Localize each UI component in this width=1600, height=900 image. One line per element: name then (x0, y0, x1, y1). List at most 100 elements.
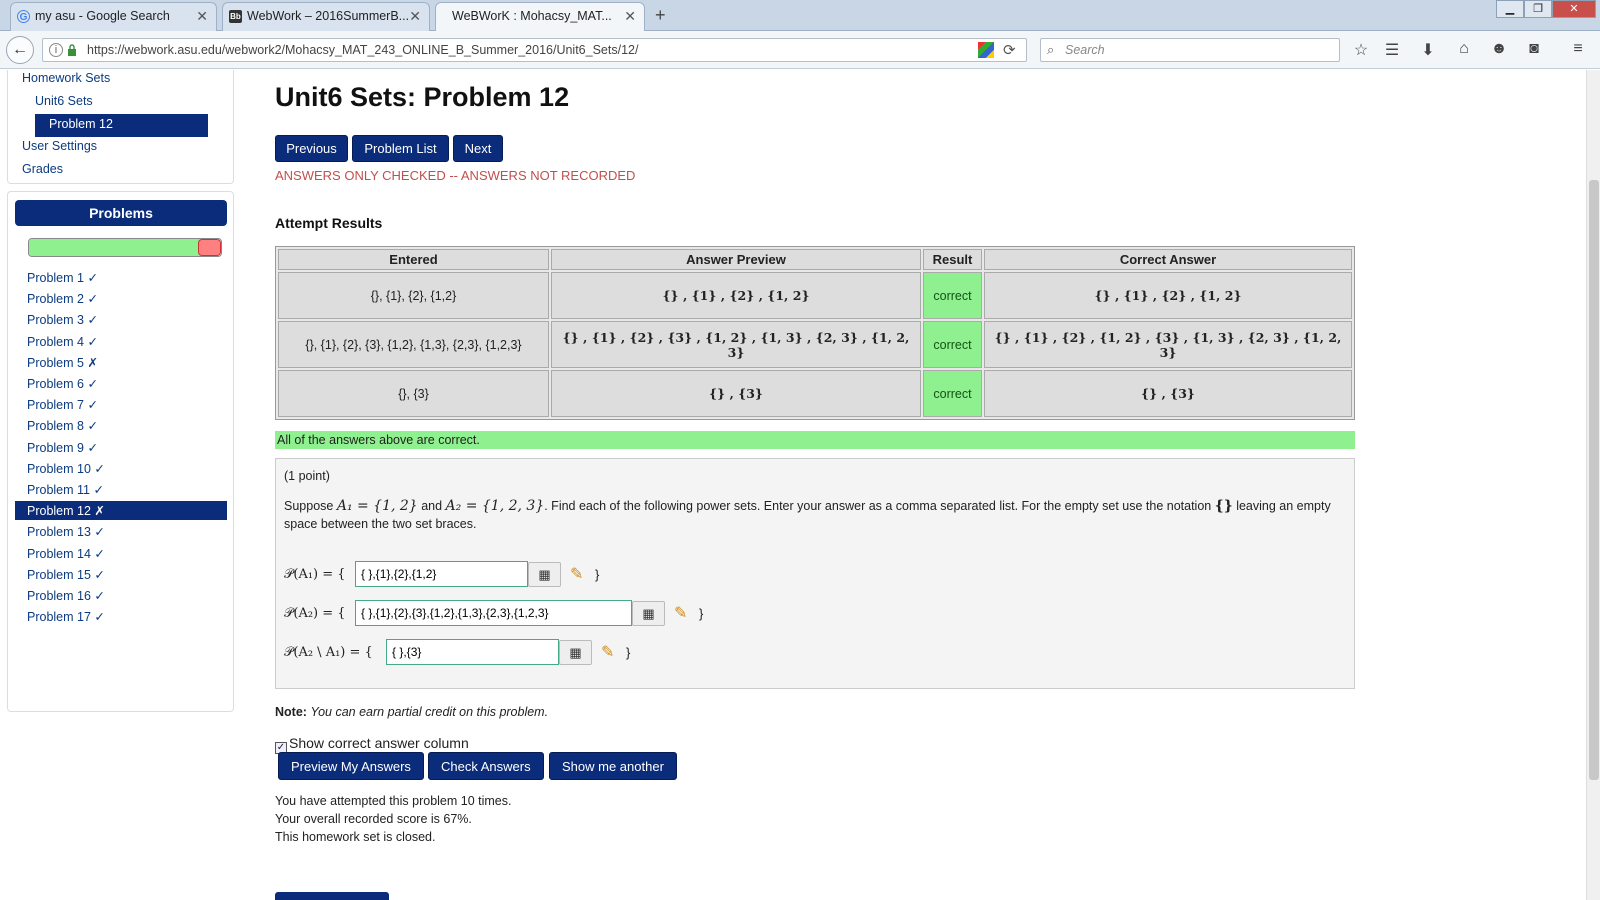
window-close-icon[interactable]: ✕ (1552, 0, 1596, 18)
pencil-icon[interactable]: ✎ (674, 603, 687, 623)
points-label: (1 point) (284, 469, 330, 483)
list-item[interactable]: Problem 4 ✓ (15, 332, 227, 351)
progress-correct (29, 239, 210, 256)
sidebar-link-current-problem[interactable]: Problem 12 (35, 114, 208, 137)
answer-label: 𝒫(A₂ \ A₁) = { (284, 645, 373, 660)
previous-button[interactable]: Previous (275, 135, 348, 162)
equation-grid-icon[interactable]: ▦ (632, 601, 665, 626)
sidebar-link-unit6-sets[interactable]: Unit6 Sets (35, 94, 93, 108)
sidebar-link-user-settings[interactable]: User Settings (22, 139, 97, 153)
pocket-icon[interactable]: ◙ (1524, 40, 1544, 58)
minimize-icon[interactable]: ▁ (1496, 0, 1524, 18)
empty-set-notation: {} (1214, 498, 1233, 514)
list-item[interactable]: Problem 17 ✓ (15, 607, 227, 626)
sidebar-link-homework-sets[interactable]: Homework Sets (22, 71, 110, 85)
pencil-icon[interactable]: ✎ (570, 564, 583, 584)
back-icon[interactable]: ← (6, 36, 34, 64)
tab-webwork-blackboard[interactable]: Bb WebWork – 2016SummerB... ✕ (222, 2, 430, 31)
preview-cell: {} , {3} (551, 370, 921, 417)
preview-answers-button[interactable]: Preview My Answers (278, 752, 424, 780)
answer-input-1[interactable] (355, 561, 528, 587)
list-item[interactable]: Problem 16 ✓ (15, 586, 227, 605)
show-another-button[interactable]: Show me another (549, 752, 677, 780)
close-brace: } (699, 606, 704, 621)
progress-bar (28, 238, 222, 257)
partially-visible-button[interactable] (275, 892, 389, 900)
summary-line: Your overall recorded score is 67%. (275, 812, 472, 826)
check-answers-button[interactable]: Check Answers (428, 752, 544, 780)
entered-cell: {}, {1}, {2}, {1,2} (278, 272, 549, 319)
browser-tab-bar: G my asu - Google Search ✕ Bb WebWork – … (0, 0, 1600, 32)
list-item[interactable]: Problem 11 ✓ (15, 480, 227, 499)
scrollbar-thumb[interactable] (1589, 180, 1599, 780)
preview-cell: {} , {1} , {2} , {1, 2} (551, 272, 921, 319)
download-icon[interactable]: ⬇ (1418, 40, 1438, 60)
list-item[interactable]: Problem 15 ✓ (15, 565, 227, 584)
problem-list-button[interactable]: Problem List (352, 135, 449, 162)
list-item[interactable]: Problem 14 ✓ (15, 544, 227, 563)
browser-nav-bar: ← i https://webwork.asu.edu/webwork2/Moh… (0, 31, 1600, 69)
info-icon[interactable]: i (49, 43, 63, 57)
correct-answer-cell: {} , {1} , {2} , {1, 2} , {3} , {1, 3} ,… (984, 321, 1352, 368)
google-icon: G (17, 10, 30, 23)
blackboard-icon: Bb (229, 10, 242, 23)
close-icon[interactable]: ✕ (196, 8, 208, 25)
restore-icon[interactable]: ❐ (1524, 0, 1552, 18)
header-entered: Entered (278, 249, 549, 270)
list-item[interactable]: Problem 5 ✗ (15, 353, 227, 372)
search-bar[interactable]: ⌕ Search (1040, 38, 1340, 62)
list-item[interactable]: Problem 13 ✓ (15, 522, 227, 541)
search-placeholder: Search (1065, 43, 1105, 57)
header-answer-preview: Answer Preview (551, 249, 921, 270)
bookmark-star-icon[interactable]: ☆ (1351, 40, 1371, 60)
result-cell: correct (923, 370, 982, 417)
new-tab-icon[interactable]: + (655, 5, 666, 26)
answer-input-2[interactable] (355, 600, 632, 626)
problems-panel: Problems Problem 1 ✓ Problem 2 ✓ Problem 3… (7, 191, 234, 712)
list-item[interactable]: Problem 12 ✗ (15, 501, 227, 521)
lock-icon (68, 44, 76, 56)
note-label: Note: (275, 705, 307, 719)
statement-text: . Find each of the following power sets.… (544, 499, 1215, 513)
summary-line: You have attempted this problem 10 times… (275, 794, 512, 808)
list-item[interactable]: Problem 9 ✓ (15, 438, 227, 457)
progress-incorrect (197, 239, 221, 256)
correct-answer-cell: {} , {1} , {2} , {1, 2} (984, 272, 1352, 319)
result-cell: correct (923, 272, 982, 319)
equation-grid-icon[interactable]: ▦ (528, 562, 561, 587)
close-icon[interactable]: ✕ (624, 8, 636, 25)
answer-input-3[interactable] (386, 639, 559, 665)
reload-icon[interactable]: ⟳ (1003, 41, 1016, 59)
menu-icon[interactable]: ≡ (1568, 40, 1588, 58)
list-item[interactable]: Problem 8 ✓ (15, 416, 227, 435)
summary-line: This homework set is closed. (275, 830, 436, 844)
header-result: Result (923, 249, 982, 270)
next-button[interactable]: Next (453, 135, 503, 162)
url-bar[interactable]: i https://webwork.asu.edu/webwork2/Mohac… (42, 38, 1027, 62)
chat-icon[interactable]: ☻ (1489, 40, 1509, 58)
page-scrollbar[interactable] (1586, 70, 1600, 900)
answer-label: 𝒫(A₁) = { (284, 567, 346, 582)
equation-grid-icon[interactable]: ▦ (559, 640, 592, 665)
close-icon[interactable]: ✕ (409, 8, 421, 25)
results-table: Entered Answer Preview Result Correct An… (275, 246, 1355, 420)
list-item[interactable]: Problem 1 ✓ (15, 268, 227, 287)
list-item[interactable]: Problem 2 ✓ (15, 289, 227, 308)
a1-definition: A₁ = {1, 2} (336, 498, 418, 514)
tab-google-search[interactable]: G my asu - Google Search ✕ (10, 2, 217, 31)
list-item[interactable]: Problem 6 ✓ (15, 374, 227, 393)
tab-webwork-active[interactable]: WeBWorK : Mohacsy_MAT... ✕ (435, 2, 645, 32)
page-content: Homework Sets Unit6 Sets Problem 12 User… (0, 70, 1586, 900)
list-item[interactable]: Problem 3 ✓ (15, 310, 227, 329)
reading-list-icon[interactable]: ☰ (1382, 40, 1402, 60)
home-icon[interactable]: ⌂ (1454, 40, 1474, 58)
sidebar-link-grades[interactable]: Grades (22, 162, 63, 176)
extension-icon[interactable] (978, 42, 994, 58)
close-brace: } (595, 567, 600, 582)
note: Note: You can earn partial credit on thi… (275, 705, 548, 719)
list-item[interactable]: Problem 10 ✓ (15, 459, 227, 478)
list-item[interactable]: Problem 7 ✓ (15, 395, 227, 414)
tab-label: my asu - Google Search (35, 9, 170, 23)
note-text: You can earn partial credit on this prob… (310, 705, 549, 719)
pencil-icon[interactable]: ✎ (601, 642, 614, 662)
